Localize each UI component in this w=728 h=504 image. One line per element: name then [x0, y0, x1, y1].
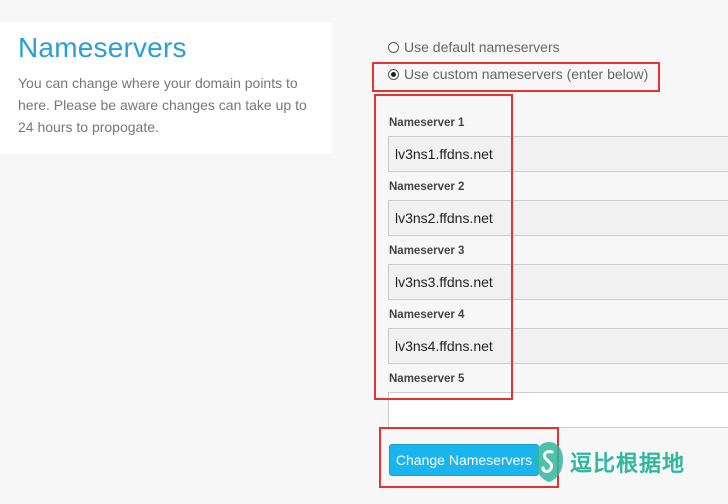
watermark-logo-icon [535, 442, 563, 482]
info-panel: Nameservers You can change where your do… [0, 22, 332, 154]
annotation-highlight-custom-option [372, 62, 660, 92]
annotation-highlight-nameserver-fields [374, 94, 513, 400]
watermark: 逗比根据地 [532, 440, 685, 484]
radio-default-nameservers[interactable]: Use default nameservers [388, 38, 560, 56]
radio-label-default: Use default nameservers [404, 39, 560, 55]
page-description: You can change where your domain points … [18, 75, 307, 135]
radio-button-unchecked[interactable] [388, 41, 399, 53]
watermark-text: 逗比根据地 [570, 452, 686, 477]
page-title: Nameservers [18, 32, 187, 63]
